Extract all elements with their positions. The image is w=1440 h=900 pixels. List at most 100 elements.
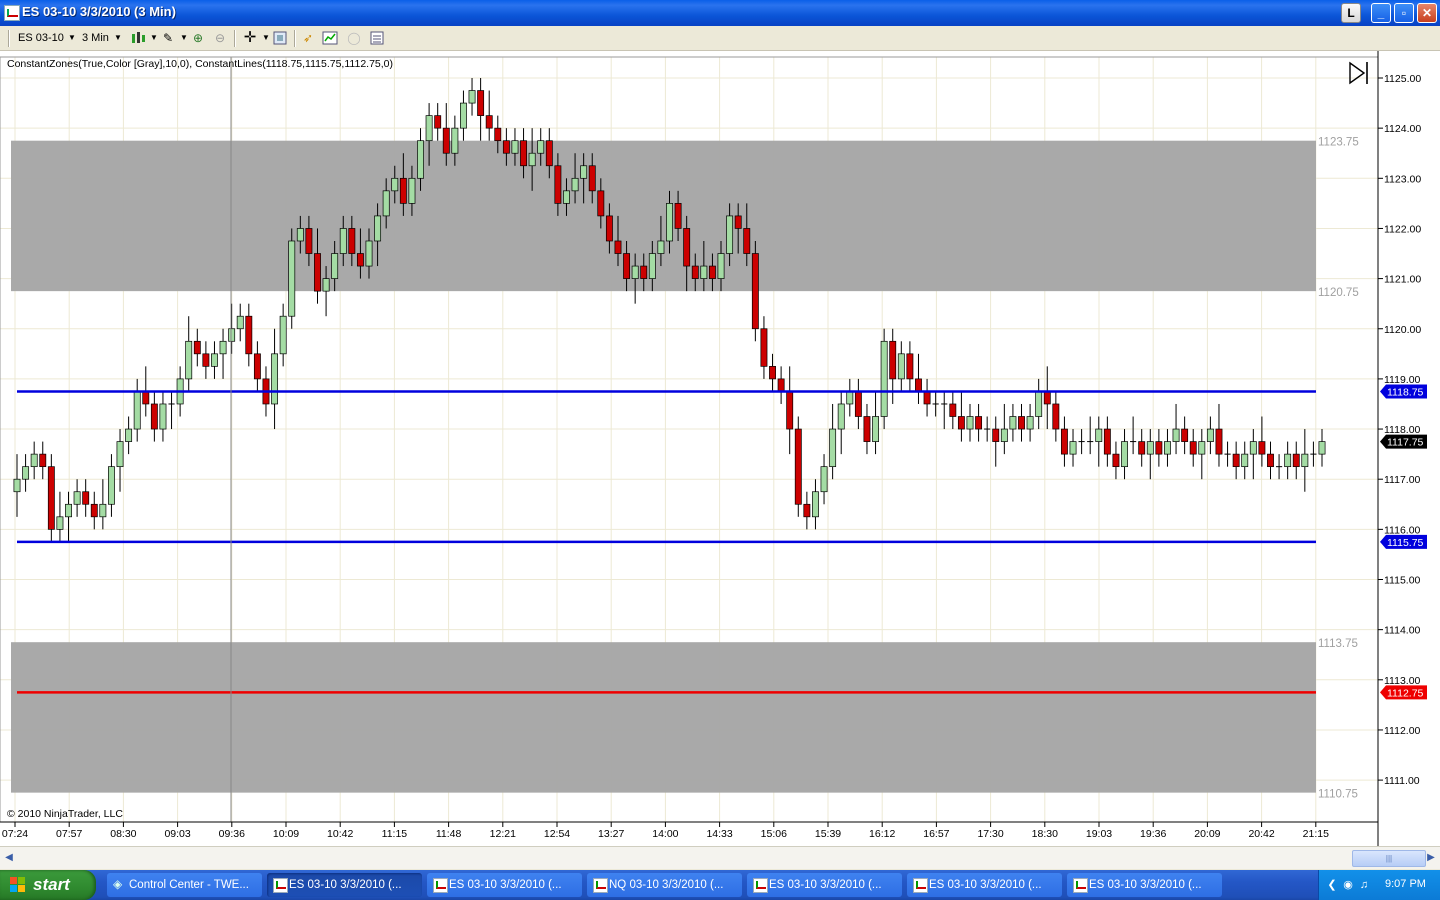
candle-up — [700, 265, 708, 279]
windows-logo-icon — [10, 877, 26, 893]
scrollbar-thumb[interactable]: ||| — [1352, 850, 1426, 867]
price-tick-label: 1112.00 — [1384, 725, 1421, 737]
candle-down — [614, 240, 622, 254]
instrument-selector[interactable]: ES 03-10 — [18, 30, 64, 46]
last-price-label: 1117.75 — [1387, 437, 1424, 449]
zoom-in-icon[interactable]: ⊕ — [190, 30, 206, 46]
candle-down — [863, 416, 871, 442]
chevron-down-icon[interactable]: ▼ — [64, 30, 80, 46]
strategies-icon[interactable]: ➶ — [300, 30, 316, 46]
price-tick-label: 1122.00 — [1384, 223, 1421, 235]
candle-down — [253, 353, 261, 380]
price-tick-label: 1115.00 — [1384, 575, 1421, 587]
candle-up — [451, 127, 459, 154]
candle-up — [820, 466, 828, 493]
candle-down — [906, 353, 914, 380]
window-titlebar[interactable]: ES 03-10 3/3/2010 (3 Min) L _ ▫ ✕ — [0, 0, 1440, 26]
candle-down — [708, 265, 716, 279]
crosshair-icon[interactable]: ✛ — [242, 30, 258, 46]
candle-down — [494, 127, 502, 142]
candle-up — [339, 228, 347, 254]
bar-type-icon[interactable] — [130, 30, 146, 46]
candle-up — [812, 491, 819, 518]
candle-up — [296, 228, 304, 242]
chart-toolbar: ES 03-10 ▼ 3 Min ▼ ▼ ✎ ▼ ⊕ ⊖ ✛ ▼ ➶ ◯ — [0, 26, 1440, 51]
price-tick-label: 1113.00 — [1384, 675, 1421, 687]
chart-icon — [273, 878, 288, 893]
taskbar-button[interactable]: ◈ Control Center - TWE... — [107, 873, 262, 897]
properties-icon[interactable] — [369, 30, 385, 46]
candle-down — [520, 140, 527, 167]
scroll-right-icon[interactable]: ▶ — [1424, 850, 1438, 866]
candle-up — [1318, 441, 1326, 455]
candle-down — [949, 403, 957, 417]
network-icon[interactable]: ◉ — [1341, 878, 1355, 892]
taskbar-button[interactable]: ES 03-10 3/3/2010 (... — [427, 873, 582, 897]
tray-expand-icon[interactable]: ❮ — [1325, 878, 1339, 892]
window-title: ES 03-10 3/3/2010 (3 Min) — [22, 4, 176, 19]
candle-down — [1232, 453, 1240, 468]
candle-down — [1267, 453, 1274, 468]
candle-up — [1000, 428, 1008, 442]
candle-down — [1060, 428, 1068, 455]
scroll-to-end-icon[interactable] — [1349, 61, 1368, 85]
candle-up — [331, 253, 339, 279]
ninjatrader-chart-icon — [4, 5, 20, 21]
price-chart[interactable]: 1123.75 1120.75 1113.75 1110.75 1125.00 1124… — [0, 51, 1440, 846]
candle-down — [142, 391, 150, 405]
candle-down — [82, 491, 90, 505]
candle-up — [236, 315, 244, 330]
volume-icon[interactable]: ♫ — [1357, 878, 1371, 892]
candle-up — [1121, 441, 1128, 468]
zoom-out-icon[interactable]: ⊖ — [212, 30, 228, 46]
price-marker-label: 1112.75 — [1387, 687, 1424, 699]
price-tick-label: 1114.00 — [1384, 625, 1421, 637]
chart-panel[interactable]: 1123.75 1120.75 1113.75 1110.75 1125.00 1124… — [0, 51, 1440, 846]
candle-down — [915, 378, 922, 392]
link-button[interactable]: L — [1341, 3, 1361, 23]
performance-icon[interactable]: ◯ — [346, 30, 362, 46]
taskbar-button[interactable]: ES 03-10 3/3/2010 (... — [747, 873, 902, 897]
chart-horizontal-scrollbar[interactable]: ◀ ||| ▶ — [0, 846, 1440, 869]
price-marker-label: 1118.75 — [1387, 386, 1424, 398]
taskbar-button[interactable]: ES 03-10 3/3/2010 (... — [1067, 873, 1222, 897]
candle-up — [133, 391, 141, 430]
taskbar-button[interactable]: ES 03-10 3/3/2010 (... — [907, 873, 1062, 897]
candle-up — [1164, 441, 1171, 455]
candle-down — [1258, 441, 1266, 455]
candle-up — [726, 215, 734, 254]
candle-down — [1138, 441, 1146, 455]
time-tick-label: 19:36 — [1140, 828, 1166, 840]
candle-up — [99, 503, 107, 518]
candle-down — [1215, 428, 1223, 455]
start-button[interactable]: start — [0, 870, 96, 900]
taskbar-button-label: Control Center - TWE... — [129, 879, 249, 891]
zone-top-label: 1113.75 — [1318, 638, 1358, 650]
taskbar-button[interactable]: NQ 03-10 3/3/2010 (... — [587, 873, 742, 897]
drawing-tools-icon[interactable]: ✎ — [160, 30, 176, 46]
time-tick-label: 12:21 — [490, 828, 516, 840]
chevron-down-icon[interactable]: ▼ — [110, 30, 126, 46]
chart-icon — [593, 878, 608, 893]
chart-icon — [433, 878, 448, 893]
candle-up — [571, 177, 579, 192]
close-button[interactable]: ✕ — [1417, 3, 1437, 23]
candle-up — [288, 240, 296, 317]
time-tick-label: 13:27 — [598, 828, 624, 840]
data-box-icon[interactable] — [272, 30, 288, 46]
interval-selector[interactable]: 3 Min — [82, 30, 109, 46]
candle-up — [30, 453, 38, 468]
candle-down — [623, 253, 631, 279]
price-tick-label: 1121.00 — [1384, 274, 1421, 286]
candle-down — [1189, 441, 1197, 455]
candle-up — [1249, 441, 1257, 455]
time-tick-label: 21:15 — [1303, 828, 1329, 840]
scroll-left-icon[interactable]: ◀ — [2, 850, 16, 866]
maximize-button[interactable]: ▫ — [1394, 3, 1414, 23]
candle-up — [1198, 441, 1206, 455]
minimize-button[interactable]: _ — [1371, 3, 1391, 23]
toolbar-grip — [8, 30, 10, 47]
indicators-icon[interactable] — [322, 30, 338, 46]
taskbar-button[interactable]: ES 03-10 3/3/2010 (... — [267, 873, 422, 897]
candle-down — [1292, 453, 1300, 468]
